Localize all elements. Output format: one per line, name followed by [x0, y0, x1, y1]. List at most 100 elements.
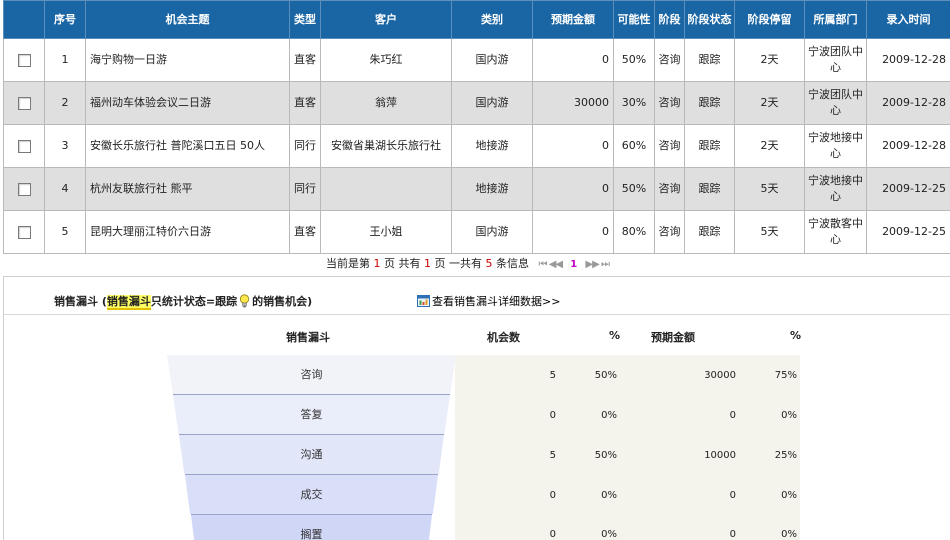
stage-amount-pct: 0% [781, 410, 797, 421]
count-column-header: 机会数 [487, 331, 520, 344]
last-page-icon[interactable]: ⏭ [601, 259, 610, 270]
seq-column-header[interactable]: 序号 [44, 0, 86, 39]
table-row[interactable]: 3 安徽长乐旅行社 普陀溪口五日 50人 同行 安徽省巢湖长乐旅行社 地接游 0… [3, 124, 950, 168]
category-column-header[interactable]: 类别 [451, 0, 533, 39]
stage-status-cell: 跟踪 [684, 210, 735, 254]
entry-time-column-header[interactable]: 录入时间 [866, 0, 950, 39]
total-pages-number: 1 [424, 257, 431, 270]
stage-amount: 0 [729, 410, 736, 421]
customer-column-header[interactable]: 客户 [320, 0, 452, 39]
probability-column-header[interactable]: 可能性 [613, 0, 655, 39]
count-pct-column-header: % [609, 329, 621, 342]
stage-amount-pct: 75% [774, 370, 797, 381]
funnel-divider [179, 434, 444, 435]
topic-cell[interactable]: 海宁购物一日游 [85, 38, 290, 82]
stage-count: 0 [549, 490, 556, 501]
type-cell: 直客 [289, 38, 321, 82]
topic-cell[interactable]: 福州动车体验会议二日游 [85, 81, 290, 125]
pagination: 当前是第 1 页 共有 1 页 一共有 5 条信息 ⏮ ◀◀ 1 ▶▶ ⏭ [326, 257, 610, 271]
page-link[interactable]: 1 [570, 259, 577, 270]
amount-column-header[interactable]: 预期金额 [532, 0, 614, 39]
type-cell: 直客 [289, 81, 321, 125]
funnel-segment-deal[interactable]: 成交 [185, 475, 438, 514]
stage-count: 5 [549, 370, 556, 381]
entry-time-cell: 2009-12-28 [866, 81, 950, 125]
seq-cell: 2 [44, 81, 86, 125]
entry-time-cell: 2009-12-25 [866, 210, 950, 254]
category-cell: 地接游 [451, 124, 533, 168]
prev-page-icon[interactable]: ◀◀ [549, 259, 563, 270]
stage-cell: 咨询 [654, 210, 685, 254]
stage-column-header[interactable]: 阶段 [654, 0, 685, 39]
row-checkbox[interactable] [17, 96, 31, 110]
topic-cell[interactable]: 安徽长乐旅行社 普陀溪口五日 50人 [85, 124, 290, 168]
probability-cell: 30% [613, 81, 655, 125]
stage-cell: 咨询 [654, 81, 685, 125]
funnel-segment-shelved[interactable]: 搁置 [191, 515, 432, 540]
seq-cell: 4 [44, 167, 86, 211]
stage-cell: 咨询 [654, 124, 685, 168]
seq-cell: 5 [44, 210, 86, 254]
table-row[interactable]: 2 福州动车体验会议二日游 直客 翁萍 国内游 30000 30% 咨询 跟踪 … [3, 81, 950, 125]
funnel-segment-consult[interactable]: 咨询 [167, 355, 456, 394]
type-column-header[interactable]: 类型 [289, 0, 321, 39]
department-column-header[interactable]: 所属部门 [804, 0, 867, 39]
seq-cell: 1 [44, 38, 86, 82]
table-row[interactable]: 4 杭州友联旅行社 熊平 同行 地接游 0 50% 咨询 跟踪 5天 宁波地接中… [3, 167, 950, 211]
stage-count: 0 [549, 529, 556, 540]
probability-cell: 50% [613, 38, 655, 82]
stage-status-column-header[interactable]: 阶段状态 [684, 0, 735, 39]
topic-column-header[interactable]: 机会主题 [85, 0, 290, 39]
title-text: 只统计状态=跟踪 [150, 295, 238, 308]
table-row[interactable]: 1 海宁购物一日游 直客 朱巧红 国内游 0 50% 咨询 跟踪 2天 宁波团队… [3, 38, 950, 82]
amount-cell: 0 [532, 124, 614, 168]
topic-cell[interactable]: 杭州友联旅行社 熊平 [85, 167, 290, 211]
report-icon [417, 295, 430, 307]
funnel-segment-communicate[interactable]: 沟通 [179, 435, 444, 474]
row-checkbox[interactable] [17, 53, 31, 67]
stage-amount: 10000 [704, 450, 736, 461]
panel-title: 销售漏斗 (销售漏斗只统计状态=跟踪 的销售机会) [54, 293, 312, 310]
category-cell: 国内游 [451, 210, 533, 254]
stage-count-pct: 0% [601, 529, 617, 540]
row-checkbox[interactable] [17, 225, 31, 239]
amount-column-header: 预期金额 [651, 331, 695, 344]
stage-stay-cell: 5天 [734, 210, 805, 254]
stage-stay-column-header[interactable]: 阶段停留 [734, 0, 805, 39]
funnel-divider [173, 394, 450, 395]
stage-status-cell: 跟踪 [684, 124, 735, 168]
stage-count: 0 [549, 410, 556, 421]
category-cell: 地接游 [451, 167, 533, 211]
funnel-segment-reply[interactable]: 答复 [173, 395, 450, 434]
entry-time-cell: 2009-12-28 [866, 124, 950, 168]
table-row[interactable]: 5 昆明大理丽江特价六日游 直客 王小姐 国内游 0 80% 咨询 跟踪 5天 … [3, 210, 950, 254]
title-text: 销售漏斗 ( [54, 295, 107, 308]
funnel-column-header: 销售漏斗 [286, 331, 330, 344]
stage-stay-cell: 5天 [734, 167, 805, 211]
amount-cell: 30000 [532, 81, 614, 125]
view-details-text: 查看销售漏斗详细数据>> [432, 295, 561, 308]
probability-cell: 50% [613, 167, 655, 211]
amount-cell: 0 [532, 38, 614, 82]
topic-cell[interactable]: 昆明大理丽江特价六日游 [85, 210, 290, 254]
row-checkbox[interactable] [17, 139, 31, 153]
current-page-number: 1 [373, 257, 381, 270]
stage-count-pct: 0% [601, 410, 617, 421]
stage-amount-pct: 0% [781, 529, 797, 540]
type-cell: 同行 [289, 167, 321, 211]
department-cell: 宁波团队中心 [804, 81, 867, 125]
pager-text: 页 一共有 [434, 257, 483, 270]
row-checkbox[interactable] [17, 182, 31, 196]
view-funnel-details-link[interactable]: 查看销售漏斗详细数据>> [417, 293, 560, 309]
amount-cell: 0 [532, 167, 614, 211]
department-cell: 宁波地接中心 [804, 167, 867, 211]
department-cell: 宁波地接中心 [804, 124, 867, 168]
first-page-icon[interactable]: ⏮ [539, 259, 548, 270]
customer-cell: 安徽省巢湖长乐旅行社 [320, 124, 452, 168]
customer-cell [320, 167, 452, 211]
next-page-icon[interactable]: ▶▶ [585, 259, 599, 270]
pager-text: 当前是第 [326, 257, 370, 270]
stage-cell: 咨询 [654, 38, 685, 82]
stage-stay-cell: 2天 [734, 38, 805, 82]
stage-amount: 0 [729, 529, 736, 540]
